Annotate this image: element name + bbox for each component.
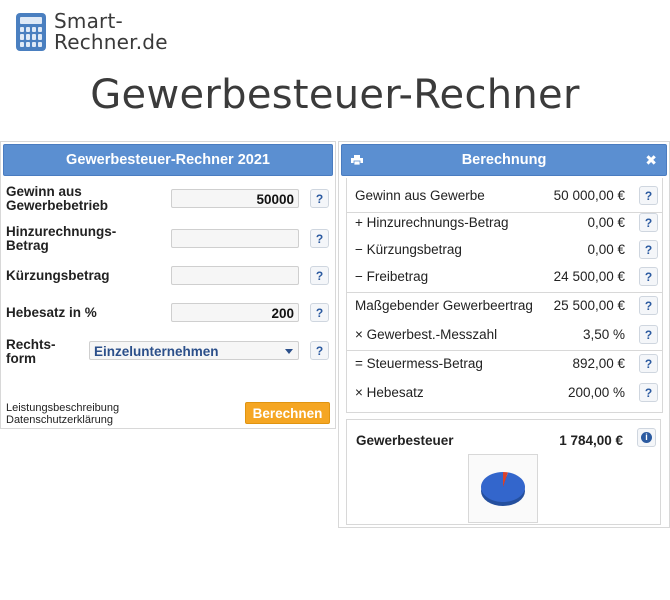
- pie-chart-box: [468, 454, 538, 523]
- rechtsform-label-line1: Rechts-: [6, 337, 56, 352]
- result-row: Maßgebender Gewerbeertrag 25 500,00 € ?: [347, 292, 662, 319]
- logo-line-2: Rechner.de: [54, 30, 168, 54]
- result-row-label: Maßgebender Gewerbeertrag: [355, 298, 533, 313]
- logo-text: Smart- Rechner.de: [54, 11, 168, 53]
- page-title: Gewerbesteuer-Rechner: [90, 72, 580, 118]
- gewinn-help-button[interactable]: ?: [310, 189, 329, 208]
- close-icon[interactable]: ✖: [645, 145, 657, 175]
- result-row-label: − Freibetrag: [355, 269, 429, 284]
- result-row-value: 892,00 €: [572, 356, 625, 371]
- help-button[interactable]: ?: [639, 267, 658, 286]
- gewinn-label-line2: Gewerbebetrieb: [6, 198, 109, 213]
- result-row-value: 200,00 %: [567, 385, 625, 400]
- hinzurechnung-label-line2: Betrag: [6, 238, 49, 253]
- rechtsform-label-line2: form: [6, 351, 36, 366]
- result-header: Berechnung ✖: [341, 144, 667, 176]
- hebesatz-label: Hebesatz in %: [6, 305, 97, 320]
- result-row-label: × Gewerbest.-Messzahl: [355, 327, 498, 342]
- pie-chart: [481, 472, 525, 506]
- help-button[interactable]: ?: [639, 186, 658, 205]
- result-row-label: − Kürzungsbetrag: [355, 242, 462, 257]
- leistungsbeschreibung-link[interactable]: Leistungsbeschreibung: [6, 402, 119, 414]
- calculator-panel: Gewerbesteuer-Rechner 2021 Gewinn aus Ge…: [0, 141, 336, 429]
- result-row: × Hebesatz 200,00 % ?: [347, 379, 662, 406]
- result-table: Gewinn aus Gewerbe 50 000,00 € ? + Hinzu…: [346, 178, 663, 413]
- hebesatz-help-button[interactable]: ?: [310, 303, 329, 322]
- rechtsform-label: Rechts- form: [6, 338, 56, 366]
- result-row: × Gewerbest.-Messzahl 3,50 % ?: [347, 321, 662, 348]
- calculator-icon: [16, 13, 46, 51]
- kuerzung-help-button[interactable]: ?: [310, 266, 329, 285]
- hinzurechnung-label-line1: Hinzurechnungs-: [6, 224, 117, 239]
- result-row-value: 24 500,00 €: [553, 269, 625, 284]
- hinzurechnung-input[interactable]: [171, 229, 299, 248]
- site-logo[interactable]: Smart- Rechner.de: [16, 10, 168, 54]
- total-box: Gewerbesteuer 1 784,00 € i: [346, 419, 661, 525]
- result-row-value: 3,50 %: [582, 327, 625, 342]
- result-panel: Berechnung ✖ Gewinn aus Gewerbe 50 000,0…: [338, 141, 670, 528]
- rechtsform-selected: Einzelunternehmen: [94, 344, 219, 359]
- datenschutz-link[interactable]: Datenschutzerklärung: [6, 414, 119, 426]
- hinzurechnung-label: Hinzurechnungs- Betrag: [6, 225, 116, 253]
- hinzurechnung-help-button[interactable]: ?: [310, 229, 329, 248]
- total-label: Gewerbesteuer: [356, 433, 454, 448]
- rechtsform-select[interactable]: Einzelunternehmen: [89, 341, 299, 360]
- help-button[interactable]: ?: [639, 354, 658, 373]
- calculator-title: Gewerbesteuer-Rechner 2021: [3, 144, 333, 176]
- result-row-label: = Steuermess-Betrag: [355, 356, 483, 371]
- result-row: − Freibetrag 24 500,00 € ?: [347, 263, 662, 290]
- chevron-down-icon: [285, 349, 293, 354]
- gewinn-label-line1: Gewinn aus: [6, 184, 82, 199]
- result-row-value: 50 000,00 €: [553, 188, 625, 203]
- logo-line-1: Smart-: [54, 9, 123, 33]
- result-row-label: Gewinn aus Gewerbe: [355, 188, 485, 203]
- result-row: Gewinn aus Gewerbe 50 000,00 € ?: [347, 182, 662, 209]
- help-button[interactable]: ?: [639, 296, 658, 315]
- help-button[interactable]: ?: [639, 325, 658, 344]
- help-button[interactable]: ?: [639, 383, 658, 402]
- gewinn-label: Gewinn aus Gewerbebetrieb: [6, 185, 108, 213]
- result-row: − Kürzungsbetrag 0,00 € ?: [347, 236, 662, 263]
- kuerzung-label: Kürzungsbetrag: [6, 268, 110, 283]
- footer-links: Leistungsbeschreibung Datenschutzerkläru…: [6, 402, 119, 426]
- help-button[interactable]: ?: [639, 213, 658, 232]
- print-icon[interactable]: [351, 155, 363, 165]
- hebesatz-input[interactable]: 200: [171, 303, 299, 322]
- result-row-value: 0,00 €: [587, 242, 625, 257]
- info-icon: i: [641, 432, 652, 443]
- result-row-value: 25 500,00 €: [553, 298, 625, 313]
- gewinn-input[interactable]: 50000: [171, 189, 299, 208]
- result-row: = Steuermess-Betrag 892,00 € ?: [347, 350, 662, 377]
- result-title: Berechnung: [461, 152, 547, 168]
- help-button[interactable]: ?: [639, 240, 658, 259]
- info-button[interactable]: i: [637, 428, 656, 447]
- berechnen-button[interactable]: Berechnen: [245, 402, 330, 424]
- total-value: 1 784,00 €: [559, 433, 623, 448]
- rechtsform-help-button[interactable]: ?: [310, 341, 329, 360]
- result-row: + Hinzurechnungs-Betrag 0,00 € ?: [347, 209, 662, 236]
- result-row-value: 0,00 €: [587, 215, 625, 230]
- kuerzung-input[interactable]: [171, 266, 299, 285]
- result-row-label: + Hinzurechnungs-Betrag: [355, 215, 509, 230]
- result-row-label: × Hebesatz: [355, 385, 424, 400]
